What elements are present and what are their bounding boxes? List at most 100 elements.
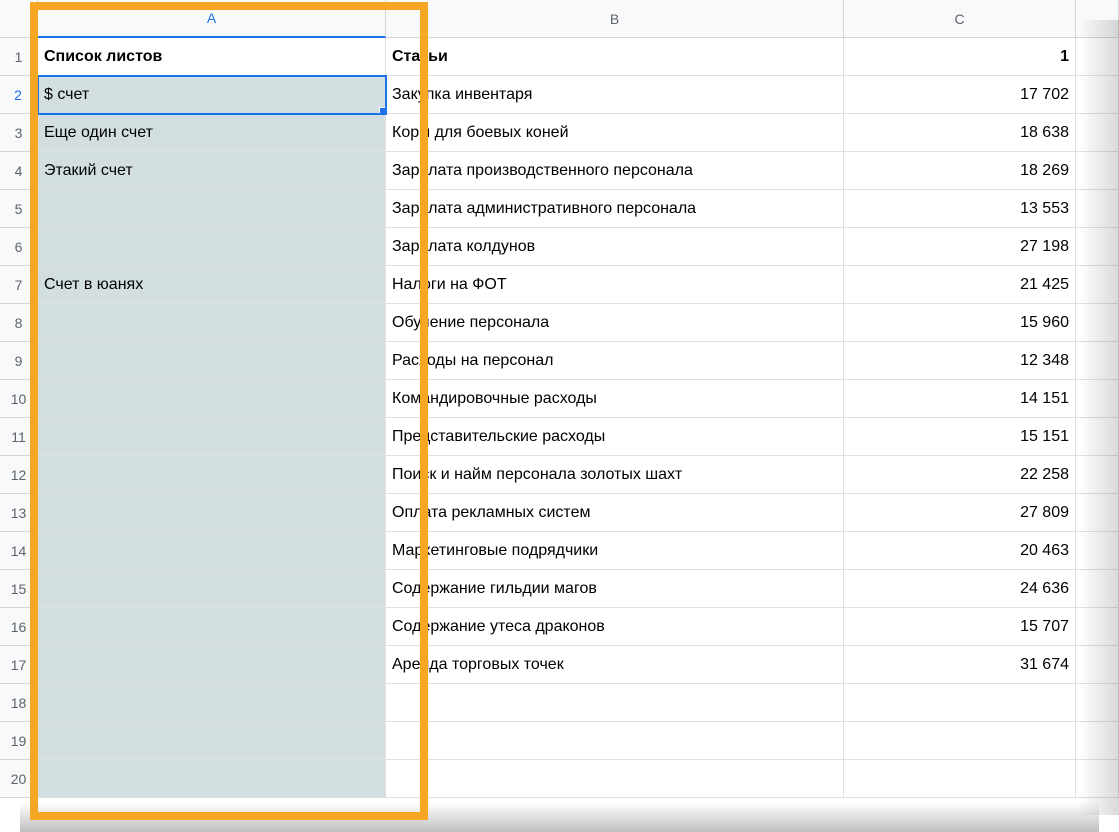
cell-A10[interactable] (38, 380, 386, 418)
cell-C9[interactable]: 12 348 (844, 342, 1076, 380)
cell-C13[interactable]: 27 809 (844, 494, 1076, 532)
row-header-17[interactable]: 17 (0, 646, 38, 684)
cell-B6[interactable]: Зарплата колдунов (386, 228, 844, 266)
cell-D9[interactable] (1076, 342, 1119, 380)
row-header-9[interactable]: 9 (0, 342, 38, 380)
col-header-A[interactable]: A (38, 0, 386, 38)
cell-C17[interactable]: 31 674 (844, 646, 1076, 684)
row-header-7[interactable]: 7 (0, 266, 38, 304)
cell-B19[interactable] (386, 722, 844, 760)
cell-D11[interactable] (1076, 418, 1119, 456)
cell-B13[interactable]: Оплата рекламных систем (386, 494, 844, 532)
row-header-11[interactable]: 11 (0, 418, 38, 456)
col-header-extra[interactable] (1076, 0, 1119, 38)
cell-B5[interactable]: Зарплата административного персонала (386, 190, 844, 228)
cell-D19[interactable] (1076, 722, 1119, 760)
cell-C4[interactable]: 18 269 (844, 152, 1076, 190)
cell-C1[interactable]: 1 (844, 38, 1076, 76)
col-header-B[interactable]: B (386, 0, 844, 38)
row-header-18[interactable]: 18 (0, 684, 38, 722)
cell-D4[interactable] (1076, 152, 1119, 190)
cell-A18[interactable] (38, 684, 386, 722)
cell-A3[interactable]: Еще один счет (38, 114, 386, 152)
cell-C15[interactable]: 24 636 (844, 570, 1076, 608)
cell-B9[interactable]: Расходы на персонал (386, 342, 844, 380)
cell-C7[interactable]: 21 425 (844, 266, 1076, 304)
cell-D1[interactable] (1076, 38, 1119, 76)
cell-C18[interactable] (844, 684, 1076, 722)
cell-B16[interactable]: Содержание утеса драконов (386, 608, 844, 646)
row-header-1[interactable]: 1 (0, 38, 38, 76)
cell-B18[interactable] (386, 684, 844, 722)
cell-A7[interactable]: Счет в юанях (38, 266, 386, 304)
cell-D5[interactable] (1076, 190, 1119, 228)
row-header-10[interactable]: 10 (0, 380, 38, 418)
row-header-13[interactable]: 13 (0, 494, 38, 532)
cell-A20[interactable] (38, 760, 386, 798)
row-header-3[interactable]: 3 (0, 114, 38, 152)
cell-B7[interactable]: Налоги на ФОТ (386, 266, 844, 304)
row-header-4[interactable]: 4 (0, 152, 38, 190)
cell-B10[interactable]: Командировочные расходы (386, 380, 844, 418)
cell-C3[interactable]: 18 638 (844, 114, 1076, 152)
cell-C19[interactable] (844, 722, 1076, 760)
row-header-19[interactable]: 19 (0, 722, 38, 760)
row-header-16[interactable]: 16 (0, 608, 38, 646)
cell-D2[interactable] (1076, 76, 1119, 114)
cell-C14[interactable]: 20 463 (844, 532, 1076, 570)
cell-D3[interactable] (1076, 114, 1119, 152)
cell-C2[interactable]: 17 702 (844, 76, 1076, 114)
cell-A16[interactable] (38, 608, 386, 646)
cell-D17[interactable] (1076, 646, 1119, 684)
row-header-2[interactable]: 2 (0, 76, 38, 114)
cell-A5[interactable] (38, 190, 386, 228)
cell-D20[interactable] (1076, 760, 1119, 798)
cell-D12[interactable] (1076, 456, 1119, 494)
cell-D16[interactable] (1076, 608, 1119, 646)
cell-D15[interactable] (1076, 570, 1119, 608)
cell-D18[interactable] (1076, 684, 1119, 722)
cell-C20[interactable] (844, 760, 1076, 798)
row-header-12[interactable]: 12 (0, 456, 38, 494)
cell-C5[interactable]: 13 553 (844, 190, 1076, 228)
cell-B14[interactable]: Маркетинговые подрядчики (386, 532, 844, 570)
cell-C16[interactable]: 15 707 (844, 608, 1076, 646)
cell-D10[interactable] (1076, 380, 1119, 418)
cell-C11[interactable]: 15 151 (844, 418, 1076, 456)
col-header-C[interactable]: C (844, 0, 1076, 38)
cell-B15[interactable]: Содержание гильдии магов (386, 570, 844, 608)
cell-C8[interactable]: 15 960 (844, 304, 1076, 342)
cell-A9[interactable] (38, 342, 386, 380)
cell-A13[interactable] (38, 494, 386, 532)
cell-C10[interactable]: 14 151 (844, 380, 1076, 418)
row-header-5[interactable]: 5 (0, 190, 38, 228)
cell-A19[interactable] (38, 722, 386, 760)
cell-B20[interactable] (386, 760, 844, 798)
cell-A14[interactable] (38, 532, 386, 570)
cell-A2[interactable]: $ счет (38, 76, 386, 114)
row-header-6[interactable]: 6 (0, 228, 38, 266)
cell-B8[interactable]: Обучение персонала (386, 304, 844, 342)
row-header-15[interactable]: 15 (0, 570, 38, 608)
cell-A11[interactable] (38, 418, 386, 456)
corner-cell[interactable] (0, 0, 38, 38)
cell-D6[interactable] (1076, 228, 1119, 266)
row-header-8[interactable]: 8 (0, 304, 38, 342)
cell-C6[interactable]: 27 198 (844, 228, 1076, 266)
cell-B12[interactable]: Поиск и найм персонала золотых шахт (386, 456, 844, 494)
cell-D14[interactable] (1076, 532, 1119, 570)
cell-A15[interactable] (38, 570, 386, 608)
cell-C12[interactable]: 22 258 (844, 456, 1076, 494)
cell-A12[interactable] (38, 456, 386, 494)
cell-A8[interactable] (38, 304, 386, 342)
cell-D13[interactable] (1076, 494, 1119, 532)
cell-B11[interactable]: Представительские расходы (386, 418, 844, 456)
cell-A4[interactable]: Этакий счет (38, 152, 386, 190)
cell-B2[interactable]: Закупка инвентаря (386, 76, 844, 114)
row-header-14[interactable]: 14 (0, 532, 38, 570)
cell-B1[interactable]: Статьи (386, 38, 844, 76)
cell-D7[interactable] (1076, 266, 1119, 304)
cell-A1[interactable]: Список листов (38, 38, 386, 76)
cell-A6[interactable] (38, 228, 386, 266)
row-header-20[interactable]: 20 (0, 760, 38, 798)
